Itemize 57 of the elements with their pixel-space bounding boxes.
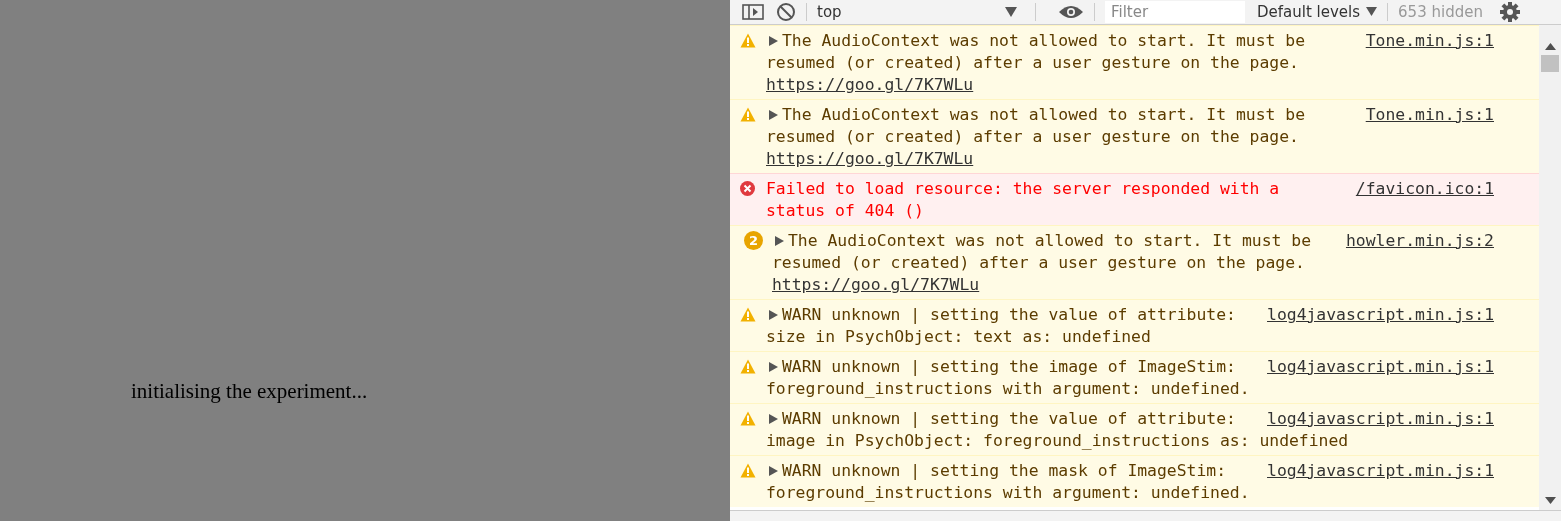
message-text: The AudioContext was not allowed to start. It must be — [782, 104, 1306, 126]
clear-console-icon[interactable] — [776, 1, 796, 22]
message-text: foreground_instructions with argument: undefined. — [766, 379, 1250, 398]
source-link[interactable]: log4javascript.min.js:1 — [1267, 356, 1494, 378]
source-link[interactable]: log4javascript.min.js:1 — [1267, 408, 1494, 430]
expand-triangle-icon[interactable] — [769, 414, 778, 424]
warning-icon — [740, 307, 756, 322]
warning-icon — [740, 33, 756, 48]
source-link[interactable]: Tone.min.js:1 — [1365, 30, 1494, 52]
scrollbar[interactable] — [1539, 25, 1561, 510]
source-link[interactable]: Tone.min.js:1 — [1365, 104, 1494, 126]
scroll-up-icon[interactable] — [1544, 43, 1556, 50]
source-link[interactable]: howler.min.js:2 — [1345, 230, 1494, 252]
caret-icon — [1366, 7, 1378, 16]
message-text: resumed (or created) after a user gesture on the page. — [766, 53, 1299, 72]
message-text: The AudioContext was not allowed to start. It must be — [782, 30, 1306, 52]
message-text: The AudioContext was not allowed to start. It must be — [788, 230, 1312, 252]
message-text: Failed to load resource: the server responded with a — [766, 178, 1281, 200]
expand-triangle-icon[interactable] — [769, 310, 778, 320]
message-text: size in PsychObject: text as: undefined — [766, 327, 1151, 346]
scroll-down-icon[interactable] — [1544, 497, 1556, 504]
message-text: foreground_instructions with argument: undefined. — [766, 483, 1250, 502]
caret-icon — [1005, 6, 1017, 17]
settings-icon[interactable] — [1498, 0, 1521, 23]
message-link[interactable]: https://goo.gl/7K7WLu — [766, 75, 974, 94]
message-text: WARN unknown | setting the value of attribute: — [782, 304, 1237, 326]
status-text: initialising the experiment... — [131, 379, 368, 404]
warning-icon — [740, 463, 756, 478]
source-link[interactable]: log4javascript.min.js:1 — [1267, 460, 1494, 482]
message-text: WARN unknown | setting the mask of ImageStim: — [782, 460, 1228, 482]
message-count: 2 — [744, 231, 763, 250]
expand-triangle-icon[interactable] — [769, 36, 778, 46]
message-text: image in PsychObject: foreground_instructions as: undefined — [766, 431, 1349, 450]
message-text: status of 404 () — [766, 201, 924, 220]
message-link[interactable]: https://goo.gl/7K7WLu — [772, 275, 980, 294]
warning-icon — [740, 107, 756, 122]
message-text: WARN unknown | setting the image of ImageStim: — [782, 356, 1237, 378]
sidebar-toggle-icon[interactable] — [742, 3, 764, 20]
eye-icon[interactable] — [1058, 3, 1084, 20]
expand-triangle-icon[interactable] — [775, 236, 784, 246]
expand-triangle-icon[interactable] — [769, 362, 778, 372]
message-link[interactable]: https://goo.gl/7K7WLu — [766, 149, 974, 168]
hidden-count: 653 hidden — [1398, 2, 1483, 21]
source-link[interactable]: log4javascript.min.js:1 — [1267, 304, 1494, 326]
error-icon — [740, 181, 755, 196]
message-text: resumed (or created) after a user gesture on the page. — [772, 253, 1305, 272]
filter-field[interactable]: Filter — [1105, 0, 1245, 23]
source-link[interactable]: /favicon.ico:1 — [1355, 178, 1494, 200]
context-select[interactable]: top — [817, 2, 1025, 21]
message-text: WARN unknown | setting the value of attribute: — [782, 408, 1237, 430]
message-text: resumed (or created) after a user gesture on the page. — [766, 127, 1299, 146]
scrollbar-thumb[interactable] — [1541, 55, 1559, 72]
expand-triangle-icon[interactable] — [769, 466, 778, 476]
warning-icon — [740, 411, 756, 426]
warning-icon — [740, 359, 756, 374]
expand-triangle-icon[interactable] — [769, 110, 778, 120]
levels-dropdown[interactable]: Default levels — [1257, 2, 1378, 21]
